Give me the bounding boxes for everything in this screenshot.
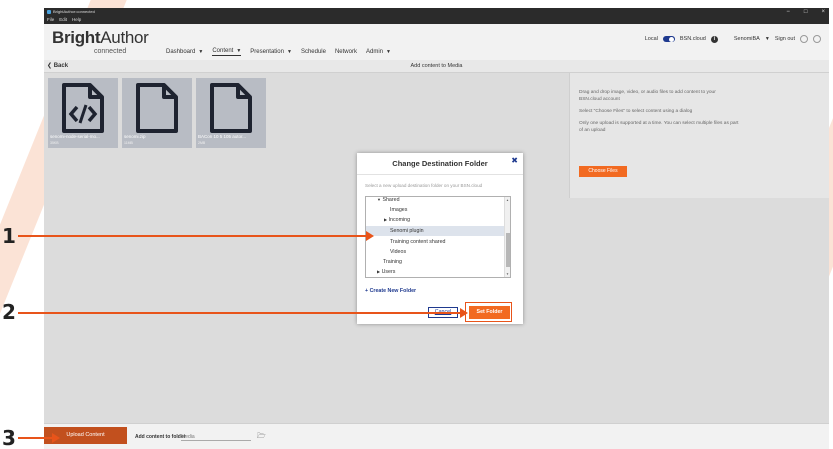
nav-presentation[interactable]: Presentation ▼ (250, 49, 292, 55)
menu-help[interactable]: Help (72, 16, 81, 24)
create-new-folder-button[interactable]: + Create New Folder (365, 288, 416, 294)
folder-label: Add content to folder (135, 434, 186, 440)
file-icon (136, 83, 178, 133)
file-icon (210, 83, 252, 133)
tree-item-images[interactable]: Images (366, 205, 504, 215)
header-right: Local BSN.cloud i SenomiBA ▼ Sign out (645, 35, 821, 43)
tree-item-shared[interactable]: ▼ Shared (366, 197, 504, 205)
callout-arrow-line (18, 437, 54, 439)
tree-item-users[interactable]: ▶ Users (366, 267, 504, 277)
main-nav: Dashboard ▼ Content ▼ Presentation ▼ Schedu… (166, 48, 391, 56)
nav-network[interactable]: Network (335, 49, 357, 55)
title-bar: BrightAuthor:connected − □ × (44, 8, 829, 16)
caret-down-icon[interactable]: ▼ (377, 197, 381, 202)
tile-size: 2MB (198, 141, 206, 145)
app-logo-icon (47, 10, 51, 14)
tree-item-videos[interactable]: Videos (366, 247, 504, 257)
change-destination-dialog: Change Destination Folder ✖ Select a new… (357, 153, 523, 324)
nav-schedule[interactable]: Schedule (301, 49, 326, 55)
tree-item-training[interactable]: Training (366, 257, 504, 267)
scrollbar-thumb[interactable] (506, 233, 510, 267)
tree-item-incoming[interactable]: ▶ Incoming (366, 215, 504, 225)
maximize-icon[interactable]: □ (804, 8, 808, 16)
status-icon (800, 35, 808, 43)
scroll-down-icon[interactable]: ▼ (506, 272, 509, 276)
code-file-icon (62, 83, 104, 133)
divider (357, 174, 523, 175)
content-tile[interactable]: BACon 10 5 105 autor... 2MB (196, 78, 266, 148)
bsn-label: BSN.cloud (679, 36, 706, 42)
dialog-title: Change Destination Folder (392, 159, 488, 168)
callout-arrowhead (366, 231, 374, 241)
close-icon[interactable]: ✖ (511, 156, 518, 165)
info-text: Only one upload is supported at a time. … (579, 121, 739, 133)
nav-admin[interactable]: Admin ▼ (366, 49, 391, 55)
window-controls: − □ × (786, 8, 825, 16)
footer-bar: Upload Content Add content to folder Med… (44, 423, 829, 449)
close-window-icon[interactable]: × (821, 8, 825, 16)
info-text: Select "Choose Files" to select content … (579, 109, 693, 114)
callout-arrow-line (18, 235, 368, 237)
user-menu[interactable]: SenomiBA (734, 36, 760, 42)
sign-out-link[interactable]: Sign out (775, 36, 795, 42)
tile-size: 35KB (50, 141, 59, 145)
caret-right-icon[interactable]: ▶ (377, 269, 380, 274)
tile-name: BACon 10 5 105 autor... (198, 134, 247, 139)
content-tile[interactable]: senomi.zip 11MB (122, 78, 192, 148)
settings-icon[interactable] (813, 35, 821, 43)
caret-right-icon[interactable]: ▶ (384, 217, 387, 222)
callout-arrow-line (18, 312, 462, 314)
tree-item-senomi-plugin[interactable]: Senomi plugin (366, 226, 504, 236)
info-icon[interactable]: i (710, 35, 718, 43)
nav-dashboard[interactable]: Dashboard ▼ (166, 49, 203, 55)
callout-arrowhead (52, 433, 60, 443)
tile-name: senomi-node-serial-mo... (50, 134, 100, 139)
minimize-icon[interactable]: − (786, 8, 790, 16)
menu-bar: File Edit Help (44, 16, 829, 24)
chevron-down-icon[interactable]: ▼ (765, 36, 770, 42)
brand-name-thin: Author (100, 28, 149, 47)
menu-edit[interactable]: Edit (59, 16, 67, 24)
tile-size: 11MB (124, 141, 133, 145)
chevron-down-icon[interactable]: ▼ (198, 49, 203, 55)
choose-files-button[interactable]: Choose Files (579, 166, 627, 177)
set-folder-button[interactable]: Set Folder (469, 306, 510, 319)
callout-arrowhead (460, 308, 468, 318)
brand-name-bold: Bright (52, 28, 101, 47)
dialog-description: Select a new upload destination folder o… (365, 183, 483, 188)
callout-number: 1 (2, 224, 16, 248)
scroll-up-icon[interactable]: ▲ (506, 198, 509, 202)
content-tiles: senomi-node-serial-mo... 35KB senomi.zip… (48, 78, 266, 148)
nav-content[interactable]: Content ▼ (212, 48, 242, 56)
folder-tree[interactable]: ▼ Shared Images ▶ Incoming Senomi plugin… (365, 196, 511, 278)
tile-name: senomi.zip (124, 134, 146, 139)
folder-input[interactable]: Media (181, 434, 251, 441)
callout-number: 2 (2, 300, 16, 324)
info-text: Drag and drop image, video, or audio fil… (579, 90, 716, 102)
tree-scrollbar[interactable]: ▲ ▼ (504, 197, 510, 277)
page-title: Add content to Media (410, 63, 463, 69)
local-label: Local (644, 36, 658, 42)
chevron-down-icon[interactable]: ▼ (287, 49, 292, 55)
window-title: BrightAuthor:connected (53, 9, 95, 14)
content-tile[interactable]: senomi-node-serial-mo... 35KB (48, 78, 118, 148)
menu-file[interactable]: File (47, 16, 54, 24)
brand-sub: connected (94, 48, 127, 55)
upload-info-panel[interactable]: Drag and drop image, video, or audio fil… (569, 73, 829, 198)
chevron-down-icon[interactable]: ▼ (236, 48, 241, 54)
tree-item-training-content-shared[interactable]: Training content shared (366, 237, 504, 247)
chevron-down-icon[interactable]: ▼ (386, 49, 391, 55)
callout-number: 3 (2, 426, 16, 449)
brand-logo: BrightAuthor connected (52, 28, 149, 55)
app-header: BrightAuthor connected Dashboard ▼ Conten… (44, 24, 829, 60)
local-bsn-toggle[interactable] (662, 36, 675, 42)
folder-icon[interactable]: 🗁 (257, 432, 266, 443)
sub-header: ❮ Back Add content to Media (44, 60, 829, 73)
